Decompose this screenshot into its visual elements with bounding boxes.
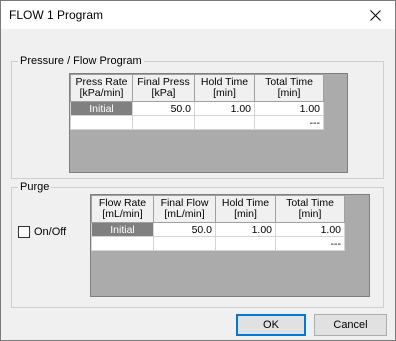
purge-table-cell[interactable]: Initial (91, 222, 154, 237)
purge-table-row: Initial 50.0 1.00 1.00 (91, 222, 345, 237)
purge-table-cell[interactable]: 1.00 (275, 222, 345, 237)
purge-table-row: --- (91, 236, 345, 251)
purge-column-header: Total Time [min] (275, 195, 345, 223)
purge-column-header: Final Flow [mL/min] (153, 195, 216, 223)
pressure-column-header: Press Rate [kPa/min] (70, 74, 133, 102)
pressure-table-row: --- (70, 115, 324, 130)
purge-program-table: Flow Rate [mL/min] Final Flow [mL/min] Hold … (91, 195, 345, 251)
purge-on-off-label: On/Off (34, 226, 67, 238)
pressure-table-cell[interactable]: 50.0 (132, 101, 195, 116)
pressure-table-cell[interactable] (194, 115, 255, 130)
cancel-button-label: Cancel (333, 319, 368, 331)
pressure-column-header: Hold Time [min] (194, 74, 255, 102)
ok-button[interactable]: OK (236, 314, 306, 336)
purge-column-header: Flow Rate [mL/min] (91, 195, 154, 223)
purge-table-cell[interactable] (91, 236, 154, 251)
purge-group: Purge On/Off Flow Rate [mL/min] Final Flow… (11, 180, 384, 308)
window-title: FLOW 1 Program (9, 8, 104, 22)
pressure-program-grid[interactable]: Press Rate [kPa/min] Final Press [kPa] Hold … (69, 73, 348, 173)
dialog-window: FLOW 1 Program Pressure / Flow Program P… (0, 0, 396, 341)
title-bar: FLOW 1 Program (1, 1, 395, 29)
close-button[interactable] (355, 1, 395, 29)
pressure-table-cell[interactable]: Initial (70, 101, 133, 116)
pressure-column-header: Total Time [min] (254, 74, 324, 102)
purge-label: Purge (18, 180, 52, 194)
cancel-button[interactable]: Cancel (314, 314, 387, 336)
pressure-table-cell[interactable] (132, 115, 195, 130)
pressure-table-cell[interactable]: 1.00 (194, 101, 255, 116)
purge-table-cell[interactable] (153, 236, 216, 251)
pressure-flow-program-label: Pressure / Flow Program (18, 54, 144, 68)
purge-program-grid[interactable]: Flow Rate [mL/min] Final Flow [mL/min] Hold … (90, 194, 370, 297)
purge-table-cell[interactable]: 50.0 (153, 222, 216, 237)
pressure-program-table: Press Rate [kPa/min] Final Press [kPa] Hold … (70, 74, 324, 130)
pressure-table-row: Initial 50.0 1.00 1.00 (70, 101, 324, 116)
pressure-table-cell[interactable] (70, 115, 133, 130)
pressure-header-row: Press Rate [kPa/min] Final Press [kPa] Hold … (70, 74, 324, 102)
close-icon (369, 9, 381, 21)
pressure-table-cell[interactable]: --- (254, 115, 324, 130)
purge-on-off-checkbox[interactable]: On/Off (18, 226, 66, 238)
purge-column-header: Hold Time [min] (215, 195, 276, 223)
purge-table-cell[interactable]: 1.00 (215, 222, 276, 237)
pressure-column-header: Final Press [kPa] (132, 74, 195, 102)
checkbox-box[interactable] (18, 226, 30, 238)
purge-table-cell[interactable]: --- (275, 236, 345, 251)
ok-button-label: OK (263, 319, 279, 331)
pressure-table-cell[interactable]: 1.00 (254, 101, 324, 116)
purge-table-cell[interactable] (215, 236, 276, 251)
purge-header-row: Flow Rate [mL/min] Final Flow [mL/min] Hold … (91, 195, 345, 223)
pressure-flow-program-group: Pressure / Flow Program Press Rate [kPa/m… (11, 54, 384, 179)
